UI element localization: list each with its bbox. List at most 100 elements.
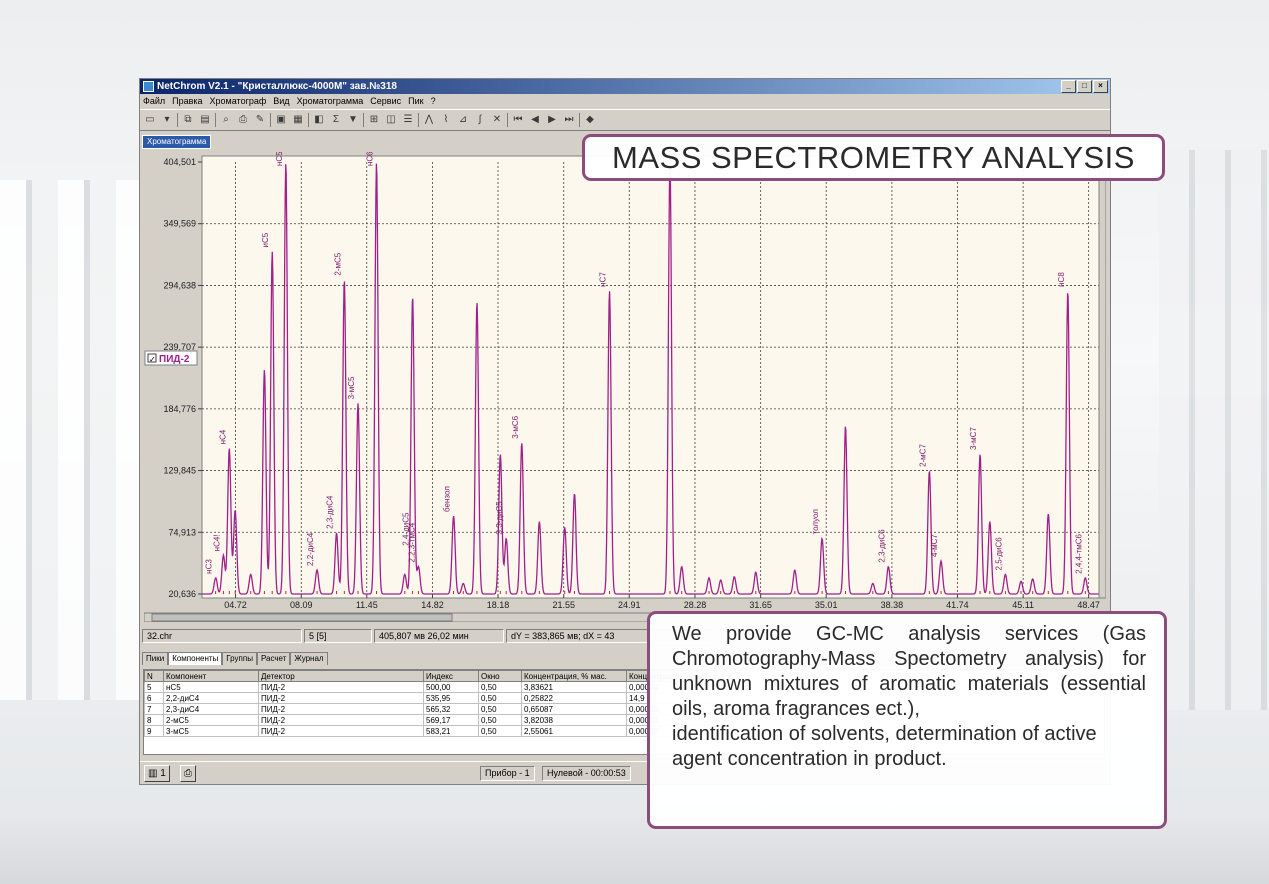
tab-groups[interactable]: Группы (222, 652, 257, 665)
toolbar-separator (215, 113, 216, 127)
y-tick-label: 20,636 (168, 589, 196, 599)
horizontal-scroll-thumb[interactable] (151, 613, 453, 622)
detector-label: ПИД-2 (159, 354, 190, 365)
peak-label: нС5 (275, 152, 284, 166)
minimize-button[interactable]: _ (1061, 80, 1076, 93)
menu-edit[interactable]: Правка (172, 94, 202, 109)
baseline-icon[interactable]: ⌇ (439, 113, 453, 127)
x-tick-label: 38.38 (881, 600, 904, 610)
dropdown-icon[interactable]: ▾ (160, 113, 174, 127)
plot-background (201, 155, 1103, 599)
delete-peak-icon[interactable]: ✕ (490, 113, 504, 127)
preview-icon[interactable]: ⌕ (219, 113, 233, 127)
layer-icon[interactable]: ◧ (312, 113, 326, 127)
column-header[interactable]: N (144, 670, 164, 682)
sum-icon[interactable]: Σ (329, 113, 343, 127)
printer-button[interactable]: ⎙ (180, 765, 196, 782)
column-header[interactable]: Окно (478, 670, 522, 682)
prev-icon[interactable]: ◀ (528, 113, 542, 127)
print-icon[interactable]: ⎙ (236, 113, 250, 127)
app-icon (143, 80, 154, 92)
x-tick-label: 24.91 (618, 600, 641, 610)
table-cell: 2-мС5 (163, 714, 259, 726)
mass-spectrometry-banner: MASS SPECTROMETRY ANALYSIS (582, 134, 1165, 181)
tab-components[interactable]: Компоненты (168, 652, 223, 665)
table-row[interactable]: 9 3-мС5 ПИД-2 583,21 0,50 2,55061 0,00000 (144, 725, 732, 737)
menu-view[interactable]: Вид (273, 94, 289, 109)
peak-label: 2,2-диС4 (306, 532, 315, 566)
peak-label: толуол (811, 509, 820, 535)
chart-icon[interactable]: ▦ (291, 113, 305, 127)
copy-icon[interactable]: ⧉ (181, 113, 195, 127)
menu-bar: Файл Правка Хроматограф Вид Хроматограмм… (140, 94, 1110, 109)
table-cell: 569,17 (423, 714, 479, 726)
menu-service[interactable]: Сервис (370, 94, 401, 109)
menu-chromatograph[interactable]: Хроматограф (210, 94, 267, 109)
table-cell: 0,50 (478, 681, 522, 693)
chromatogram-svg: 404,501349,569294,638239,707184,776129,8… (143, 151, 1107, 623)
background-left-wall (0, 180, 150, 700)
y-tick-label: 184,776 (163, 404, 196, 414)
peak-label: 2,2,3-тмС4 (407, 522, 416, 562)
tab-calculation[interactable]: Расчет (256, 652, 291, 665)
menu-file[interactable]: Файл (143, 94, 165, 109)
table-cell: 5 (144, 681, 164, 693)
x-tick-label: 14.82 (421, 600, 444, 610)
window-controls: _ □ × (1061, 80, 1108, 93)
toolbar: ▭ ▾ ⧉ ▤ ⌕ ⎙ ✎ ▣ ▦ ◧ Σ ▼ ⊞ ◫ ☰ ⋀ ⌇ ⊿ ∫ ✕ … (140, 109, 1110, 131)
edit-icon[interactable]: ✎ (253, 113, 267, 127)
x-tick-label: 45.11 (1012, 600, 1034, 610)
table-cell: 535,95 (423, 692, 479, 704)
column-header[interactable]: Детектор (258, 670, 424, 682)
peak-icon[interactable]: ⋀ (422, 113, 436, 127)
table-cell: 2,55061 (521, 725, 627, 737)
next-icon[interactable]: ▶ (545, 113, 559, 127)
menu-peak[interactable]: Пик (408, 94, 423, 109)
peak-label: 3-мС6 (511, 415, 520, 438)
table-row[interactable]: 5 нС5 ПИД-2 500,00 0,50 3,83621 0,00000 (144, 681, 732, 693)
grid-icon[interactable]: ⊞ (367, 113, 381, 127)
table-row[interactable]: 6 2,2-диС4 ПИД-2 535,95 0,50 0,25822 14,9 (144, 692, 732, 704)
first-icon[interactable]: ⏮ (511, 113, 525, 127)
table-cell: 0,25822 (521, 692, 627, 704)
integrate-icon[interactable]: ∫ (473, 113, 487, 127)
detector-checkbox[interactable]: ✓ ПИД-2 (144, 350, 198, 366)
column-header[interactable]: Концентрация, % мас. (521, 670, 627, 682)
table-row[interactable]: 7 2,3-диС4 ПИД-2 565,32 0,50 0,65087 0,00000 (144, 703, 732, 715)
peak-label: 2,3-диС4 (326, 495, 335, 529)
y-tick-label: 129,845 (163, 466, 196, 476)
menu-help[interactable]: ? (431, 94, 436, 109)
svg-text:✓: ✓ (149, 355, 156, 364)
table-row[interactable]: 8 2-мС5 ПИД-2 569,17 0,50 3,82038 0,00000 (144, 714, 732, 726)
tab-peaks[interactable]: Пики (142, 652, 169, 665)
image-icon[interactable]: ▣ (274, 113, 288, 127)
toolbar-separator (418, 113, 419, 127)
mode-status: Нулевой - 00:00:53 (542, 766, 631, 781)
close-button[interactable]: × (1093, 80, 1108, 93)
page-button[interactable]: ▥ 1 (144, 765, 170, 782)
x-tick-label: 48.47 (1077, 600, 1100, 610)
chromatogram-plot[interactable]: 404,501 349,569 294,638 239,707 184,776 129,8… (143, 151, 1107, 623)
vertical-scrollbar[interactable] (1098, 155, 1107, 599)
window-icon[interactable]: ◫ (384, 113, 398, 127)
x-tick-label: 21.55 (552, 600, 575, 610)
open-icon[interactable]: ▭ (143, 113, 157, 127)
table-icon[interactable]: ☰ (401, 113, 415, 127)
table-cell: 0,50 (478, 703, 522, 715)
peak-label: иС5 (261, 232, 270, 247)
column-header[interactable]: Индекс (423, 670, 479, 682)
last-icon[interactable]: ⏭ (562, 113, 576, 127)
filter-icon[interactable]: ▼ (346, 113, 360, 127)
background-right-wall (1159, 150, 1269, 710)
x-tick-label: 28.28 (684, 600, 707, 610)
mark-icon[interactable]: ⊿ (456, 113, 470, 127)
peak-label: нС4 (218, 429, 227, 444)
column-header[interactable]: Компонент (163, 670, 259, 682)
maximize-button[interactable]: □ (1077, 80, 1092, 93)
tab-journal[interactable]: Журнал (290, 652, 328, 665)
menu-chromatogram[interactable]: Хроматограмма (297, 94, 364, 109)
paste-icon[interactable]: ▤ (198, 113, 212, 127)
library-icon[interactable]: ◆ (583, 113, 597, 127)
tab-chromatogram[interactable]: Хроматограмма (142, 135, 212, 149)
toolbar-separator (363, 113, 364, 127)
